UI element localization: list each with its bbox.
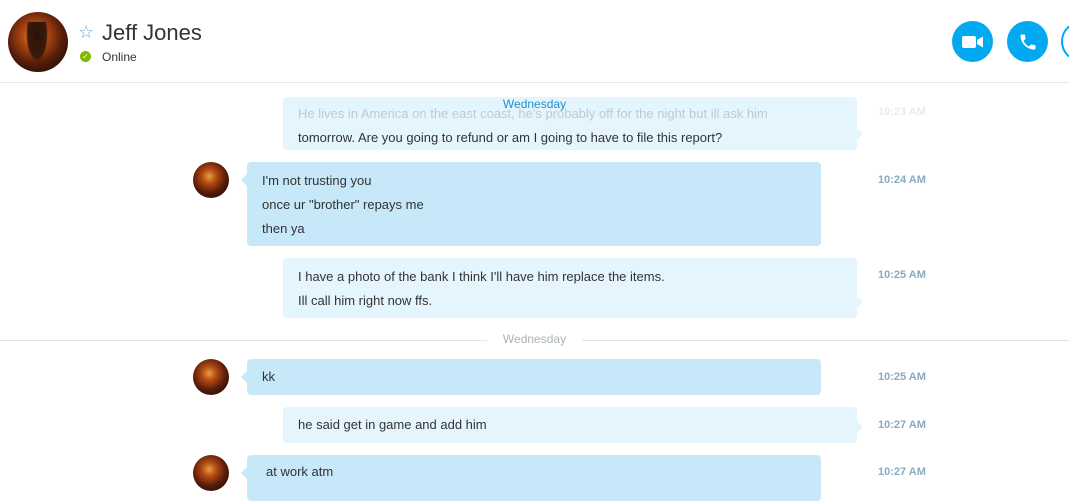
message-time: 10:24 AM bbox=[878, 174, 926, 186]
message-bubble-incoming[interactable]: at work atm bbox=[241, 455, 821, 501]
message-time: 10:27 AM bbox=[878, 419, 926, 431]
sender-avatar[interactable] bbox=[193, 455, 229, 491]
date-header: Wednesday bbox=[0, 97, 1069, 111]
message-list[interactable]: He lives in America on the east coast, h… bbox=[0, 83, 1069, 501]
message-time: 10:25 AM bbox=[878, 269, 926, 281]
message-line: kk bbox=[262, 369, 275, 384]
message-line: I'm not trusting you bbox=[262, 173, 372, 188]
audio-call-button[interactable] bbox=[1007, 21, 1048, 62]
online-status-icon: ✓ bbox=[80, 51, 91, 62]
sender-avatar[interactable] bbox=[193, 162, 229, 198]
message-time: 10:27 AM bbox=[878, 466, 926, 478]
message-line: once ur "brother" repays me bbox=[262, 197, 424, 212]
message-line: tomorrow. Are you going to refund or am … bbox=[298, 130, 723, 145]
contact-avatar[interactable] bbox=[8, 12, 68, 72]
message-bubble-incoming[interactable]: I'm not trusting you once ur "brother" r… bbox=[241, 162, 821, 246]
message-time: 10:25 AM bbox=[878, 371, 926, 383]
contact-name[interactable]: Jeff Jones bbox=[102, 20, 202, 46]
date-divider: Wednesday bbox=[0, 332, 1069, 348]
date-label: Wednesday bbox=[486, 332, 583, 346]
phone-icon bbox=[1020, 34, 1035, 49]
conversation-header: ☆ Jeff Jones ✓ Online bbox=[0, 0, 1069, 83]
sender-avatar[interactable] bbox=[193, 359, 229, 395]
message-line: Ill call him right now ffs. bbox=[298, 293, 433, 308]
favorite-star-icon[interactable]: ☆ bbox=[78, 22, 94, 42]
message-bubble-outgoing[interactable]: I have a photo of the bank I think I'll … bbox=[283, 258, 863, 318]
message-line: he said get in game and add him bbox=[298, 417, 487, 432]
message-line: I have a photo of the bank I think I'll … bbox=[298, 269, 665, 284]
message-line: then ya bbox=[262, 221, 305, 236]
message-bubble-incoming[interactable]: kk bbox=[241, 359, 821, 395]
message-line: at work atm bbox=[266, 464, 334, 479]
video-icon bbox=[961, 35, 983, 48]
add-participant-button[interactable] bbox=[1061, 21, 1069, 62]
message-bubble-outgoing[interactable]: he said get in game and add him bbox=[283, 407, 863, 443]
date-label: Wednesday bbox=[502, 97, 567, 111]
contact-status: Online bbox=[102, 50, 137, 64]
video-call-button[interactable] bbox=[952, 21, 993, 62]
